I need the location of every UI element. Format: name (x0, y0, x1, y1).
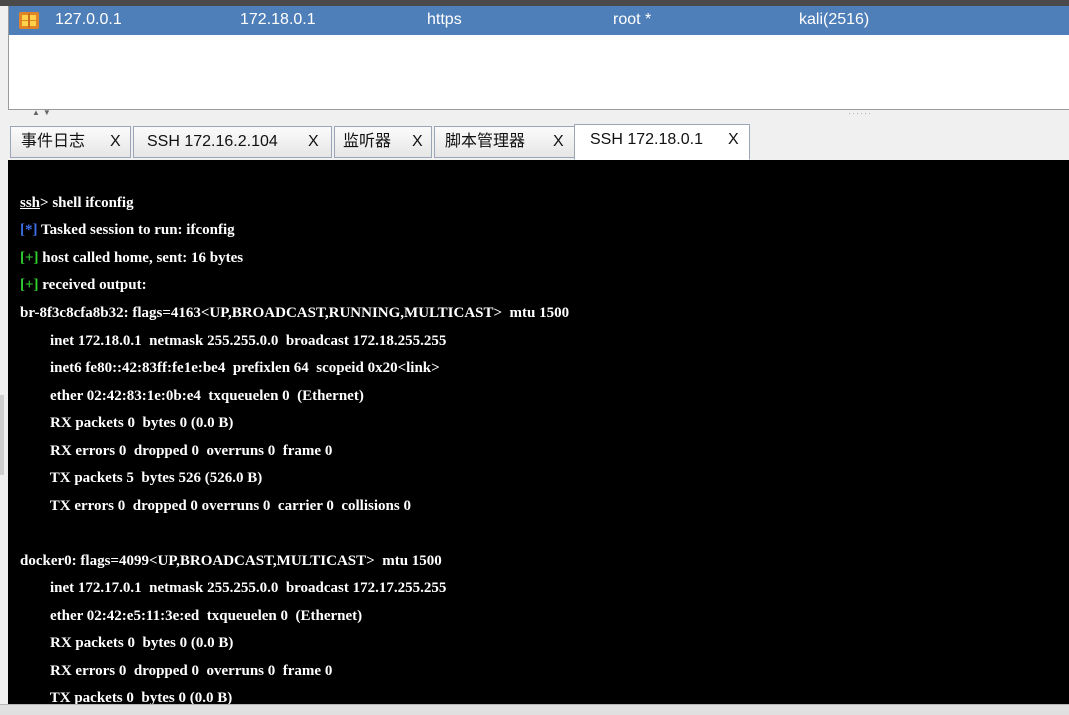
tab-label: SSH 172.16.2.104 (147, 133, 278, 150)
console-received-line: [+] received output: (20, 277, 147, 294)
tab-ssh-172-18-0-1[interactable]: SSH 172.18.0.1 X (574, 124, 750, 160)
tab-label: 脚本管理器 (445, 133, 526, 150)
output-line: RX errors 0 dropped 0 overruns 0 frame 0 (20, 443, 333, 459)
info-marker: [*] (20, 222, 38, 238)
output-line: docker0: flags=4099<UP,BROADCAST,MULTICA… (20, 553, 442, 569)
output-line: ether 02:42:e5:11:3e:ed txqueuelen 0 (Et… (20, 608, 363, 624)
tab-script-manager[interactable]: 脚本管理器 X (434, 126, 576, 158)
close-icon[interactable]: X (553, 127, 564, 157)
windows-beacon-icon (19, 12, 39, 29)
console-received-text: received output: (38, 277, 147, 293)
console-input-bar[interactable] (0, 704, 1069, 715)
output-line: inet 172.17.0.1 netmask 255.255.0.0 broa… (20, 580, 447, 596)
close-icon[interactable]: X (308, 127, 319, 157)
session-listener: https (427, 11, 462, 28)
tab-bar: 事件日志 X SSH 172.16.2.104 X 监听器 X 脚本管理器 X … (8, 124, 1069, 160)
output-line: inet 172.18.0.1 netmask 255.255.0.0 broa… (20, 333, 447, 349)
console-output[interactable]: ssh> shell ifconfig [*] Tasked session t… (8, 160, 1069, 704)
output-line: br-8f3c8cfa8b32: flags=4163<UP,BROADCAST… (20, 305, 570, 321)
close-icon[interactable]: X (728, 125, 739, 155)
console-tasked-text: Tasked session to run: ifconfig (37, 222, 235, 238)
tab-label: SSH 172.18.0.1 (590, 131, 703, 148)
console-tasked-line: [*] Tasked session to run: ifconfig (20, 222, 235, 239)
ok-marker: [+] (20, 277, 39, 293)
session-user: root * (613, 11, 652, 28)
tab-label: 监听器 (343, 133, 392, 150)
drag-grip-icon[interactable]: ······ (848, 109, 872, 118)
tab-label: 事件日志 (21, 133, 86, 150)
close-icon[interactable]: X (412, 127, 423, 157)
tab-event-log[interactable]: 事件日志 X (10, 126, 131, 158)
output-line: TX packets 5 bytes 526 (526.0 B) (20, 470, 263, 486)
session-computer: kali(2516) (799, 11, 870, 28)
output-line: ether 02:42:83:1e:0b:e4 txqueuelen 0 (Et… (20, 388, 364, 404)
output-line: RX errors 0 dropped 0 overruns 0 frame 0 (20, 663, 333, 679)
console-prompt: ssh (20, 195, 41, 211)
output-line: RX packets 0 bytes 0 (0.0 B) (20, 415, 234, 431)
close-icon[interactable]: X (110, 127, 121, 157)
sessions-table[interactable]: 127.0.0.1 172.18.0.1 https root * kali(2… (8, 6, 1069, 110)
tab-ssh-172-16-2-104[interactable]: SSH 172.16.2.104 X (133, 126, 332, 158)
collapse-arrows-icon[interactable]: ▲▼ (32, 109, 54, 117)
session-external-ip: 127.0.0.1 (55, 11, 122, 28)
output-line: TX packets 0 bytes 0 (0.0 B) (20, 690, 233, 704)
ok-marker: [+] (20, 250, 39, 266)
session-row[interactable]: 127.0.0.1 172.18.0.1 https root * kali(2… (9, 6, 1069, 35)
left-scroll-indicator (0, 395, 4, 475)
console-command: > shell ifconfig (40, 195, 134, 211)
console-called-line: [+] host called home, sent: 16 bytes (20, 250, 243, 267)
session-internal-ip: 172.18.0.1 (240, 11, 316, 28)
output-line: RX packets 0 bytes 0 (0.0 B) (20, 635, 234, 651)
console-command-line: ssh> shell ifconfig (20, 195, 134, 212)
console-called-text: host called home, sent: 16 bytes (38, 250, 244, 266)
pane-splitter[interactable] (0, 110, 1069, 122)
output-line: TX errors 0 dropped 0 overruns 0 carrier… (20, 498, 411, 514)
output-line: inet6 fe80::42:83ff:fe1e:be4 prefixlen 6… (20, 360, 440, 376)
tab-listeners[interactable]: 监听器 X (334, 126, 432, 158)
